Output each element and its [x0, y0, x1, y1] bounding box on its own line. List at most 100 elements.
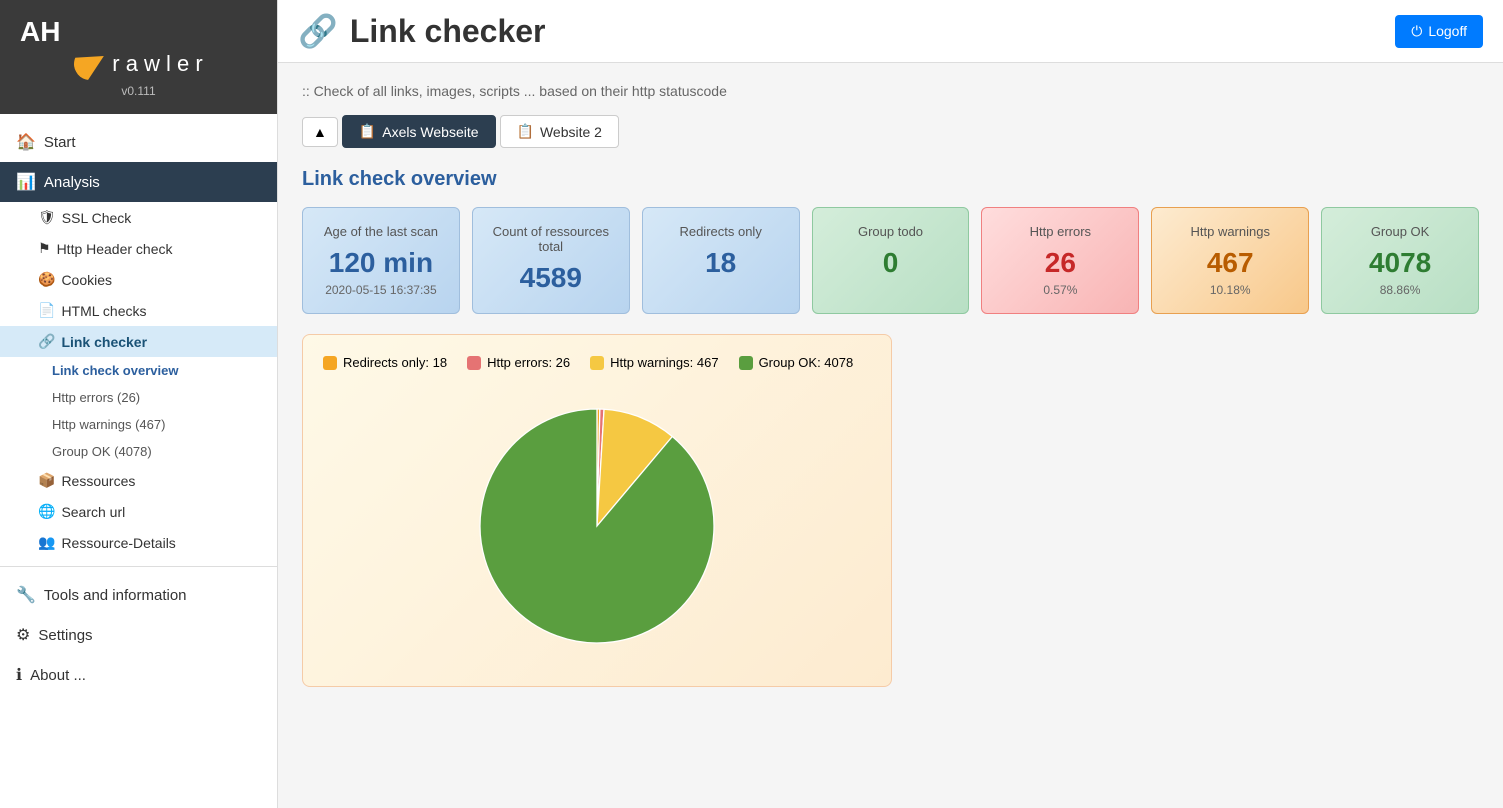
sidebar-label-html: HTML checks — [61, 303, 146, 319]
sidebar-item-start[interactable]: 🏠 Start — [0, 122, 277, 162]
sidebar-item-group-ok[interactable]: Group OK (4078) — [0, 438, 277, 465]
stat-sub-http-errors: 0.57% — [998, 283, 1122, 297]
stat-card-group-ok: Group OK 4078 88.86% — [1321, 207, 1479, 314]
pie-chart-wrapper — [323, 386, 871, 666]
sidebar-item-html-checks[interactable]: 📄 HTML checks — [0, 295, 277, 326]
stat-sub-group-ok: 88.86% — [1338, 283, 1462, 297]
users-icon: 👥 — [38, 534, 55, 551]
sidebar-item-search-url[interactable]: 🌐 Search url — [0, 496, 277, 527]
sidebar-label-analysis: Analysis — [44, 174, 100, 191]
sidebar-label-http-warnings: Http warnings (467) — [52, 417, 165, 432]
link-checker-icon: 🔗 — [298, 12, 338, 50]
stats-row: Age of the last scan 120 min 2020-05-15 … — [302, 207, 1479, 314]
info-icon: ℹ — [16, 665, 22, 685]
tab-axels-webseite[interactable]: 📋 Axels Webseite — [342, 115, 496, 148]
stat-value-last-scan: 120 min — [319, 247, 443, 279]
sidebar-label-http-errors: Http errors (26) — [52, 390, 140, 405]
sidebar-item-analysis[interactable]: 📊 Analysis — [0, 162, 277, 202]
legend-warnings: Http warnings: 467 — [590, 355, 718, 370]
legend-label-ok: Group OK: 4078 — [759, 355, 854, 370]
stat-sub-http-warnings: 10.18% — [1168, 283, 1292, 297]
sidebar-label-start: Start — [44, 134, 76, 151]
header-title-group: 🔗 Link checker — [298, 12, 546, 50]
stat-value-http-warnings: 467 — [1168, 247, 1292, 279]
stat-label-group-ok: Group OK — [1338, 224, 1462, 239]
pacman-icon — [68, 42, 112, 86]
sidebar: AH r a w l e r v0.111 🏠 Start 📊 Analysis… — [0, 0, 278, 808]
tab-label-1: Axels Webseite — [382, 124, 478, 140]
stat-value-redirects: 18 — [659, 247, 783, 279]
stat-label-total: Count of ressources total — [489, 224, 613, 254]
sidebar-label-ssl: SSL Check — [62, 210, 132, 226]
tab-up-button[interactable]: ▲ — [302, 117, 338, 147]
sidebar-item-http-errors[interactable]: Http errors (26) — [0, 384, 277, 411]
sidebar-label-http-header: Http Header check — [57, 241, 173, 257]
sidebar-label-about: About ... — [30, 667, 86, 684]
sidebar-item-resource-details[interactable]: 👥 Ressource-Details — [0, 527, 277, 558]
stat-value-group-todo: 0 — [829, 247, 953, 279]
logo-ah: AH — [20, 16, 60, 48]
document-icon: 📄 — [38, 302, 55, 319]
stat-label-http-warnings: Http warnings — [1168, 224, 1292, 239]
logo-subname: r a w l e r — [112, 51, 202, 77]
stat-label-http-errors: Http errors — [998, 224, 1122, 239]
logoff-button[interactable]: ⏻ Logoff — [1395, 15, 1483, 48]
stat-label-group-todo: Group todo — [829, 224, 953, 239]
sidebar-item-http-header[interactable]: ⚑ Http Header check — [0, 233, 277, 264]
header: 🔗 Link checker ⏻ Logoff — [278, 0, 1503, 63]
stat-card-last-scan: Age of the last scan 120 min 2020-05-15 … — [302, 207, 460, 314]
logo-crawler: r a w l e r — [74, 48, 202, 80]
legend-dot-redirects — [323, 356, 337, 370]
sidebar-item-about[interactable]: ℹ About ... — [0, 655, 277, 695]
cookie-icon: 🍪 — [38, 271, 55, 288]
power-icon: ⏻ — [1411, 23, 1422, 40]
sidebar-item-link-checker[interactable]: 🔗 Link checker — [0, 326, 277, 357]
sidebar-item-cookies[interactable]: 🍪 Cookies — [0, 264, 277, 295]
sidebar-item-ssl-check[interactable]: 🛡 SSL Check — [0, 202, 277, 233]
subtitle: :: Check of all links, images, scripts .… — [302, 83, 1479, 99]
stat-card-http-errors: Http errors 26 0.57% — [981, 207, 1139, 314]
stat-card-http-warnings: Http warnings 467 10.18% — [1151, 207, 1309, 314]
stat-value-group-ok: 4078 — [1338, 247, 1462, 279]
page-title: Link checker — [350, 13, 546, 50]
sidebar-label-overview: Link check overview — [52, 363, 178, 378]
shield-icon: 🛡 — [38, 209, 56, 226]
legend-dot-ok — [739, 356, 753, 370]
stat-value-http-errors: 26 — [998, 247, 1122, 279]
legend-ok: Group OK: 4078 — [739, 355, 854, 370]
sidebar-item-resources[interactable]: 📦 Ressources — [0, 465, 277, 496]
legend-label-errors: Http errors: 26 — [487, 355, 570, 370]
tab-label-2: Website 2 — [540, 124, 602, 140]
chart-container: Redirects only: 18 Http errors: 26 Http … — [302, 334, 892, 687]
wrench-icon: 🔧 — [16, 585, 36, 605]
analysis-icon: 📊 — [16, 172, 36, 192]
logo-version: v0.111 — [121, 84, 155, 98]
sidebar-label-cookies: Cookies — [61, 272, 112, 288]
link-icon: 🔗 — [38, 333, 55, 350]
legend-label-redirects: Redirects only: 18 — [343, 355, 447, 370]
gear-icon: ⚙ — [16, 625, 30, 645]
home-icon: 🏠 — [16, 132, 36, 152]
sidebar-item-tools[interactable]: 🔧 Tools and information — [0, 575, 277, 615]
globe-icon: 🌐 — [38, 503, 55, 520]
sidebar-item-http-warnings[interactable]: Http warnings (467) — [0, 411, 277, 438]
sidebar-label-group-ok: Group OK (4078) — [52, 444, 152, 459]
legend-errors: Http errors: 26 — [467, 355, 570, 370]
stat-card-total: Count of ressources total 4589 — [472, 207, 630, 314]
sidebar-item-settings[interactable]: ⚙ Settings — [0, 615, 277, 655]
sidebar-label-resources: Ressources — [61, 473, 135, 489]
sidebar-label-settings: Settings — [38, 627, 92, 644]
stat-label-last-scan: Age of the last scan — [319, 224, 443, 239]
sidebar-label-resource-details: Ressource-Details — [61, 535, 175, 551]
section-title: Link check overview — [302, 168, 1479, 191]
stat-label-redirects: Redirects only — [659, 224, 783, 239]
tab-website-2[interactable]: 📋 Website 2 — [500, 115, 619, 148]
content-area: :: Check of all links, images, scripts .… — [278, 63, 1503, 707]
stat-sub-last-scan: 2020-05-15 16:37:35 — [319, 283, 443, 297]
legend-redirects: Redirects only: 18 — [323, 355, 447, 370]
sidebar-logo: AH r a w l e r v0.111 — [0, 0, 277, 114]
legend-dot-warnings — [590, 356, 604, 370]
sidebar-item-link-check-overview[interactable]: Link check overview — [0, 357, 277, 384]
package-icon: 📦 — [38, 472, 55, 489]
flag-icon: ⚑ — [38, 240, 51, 257]
